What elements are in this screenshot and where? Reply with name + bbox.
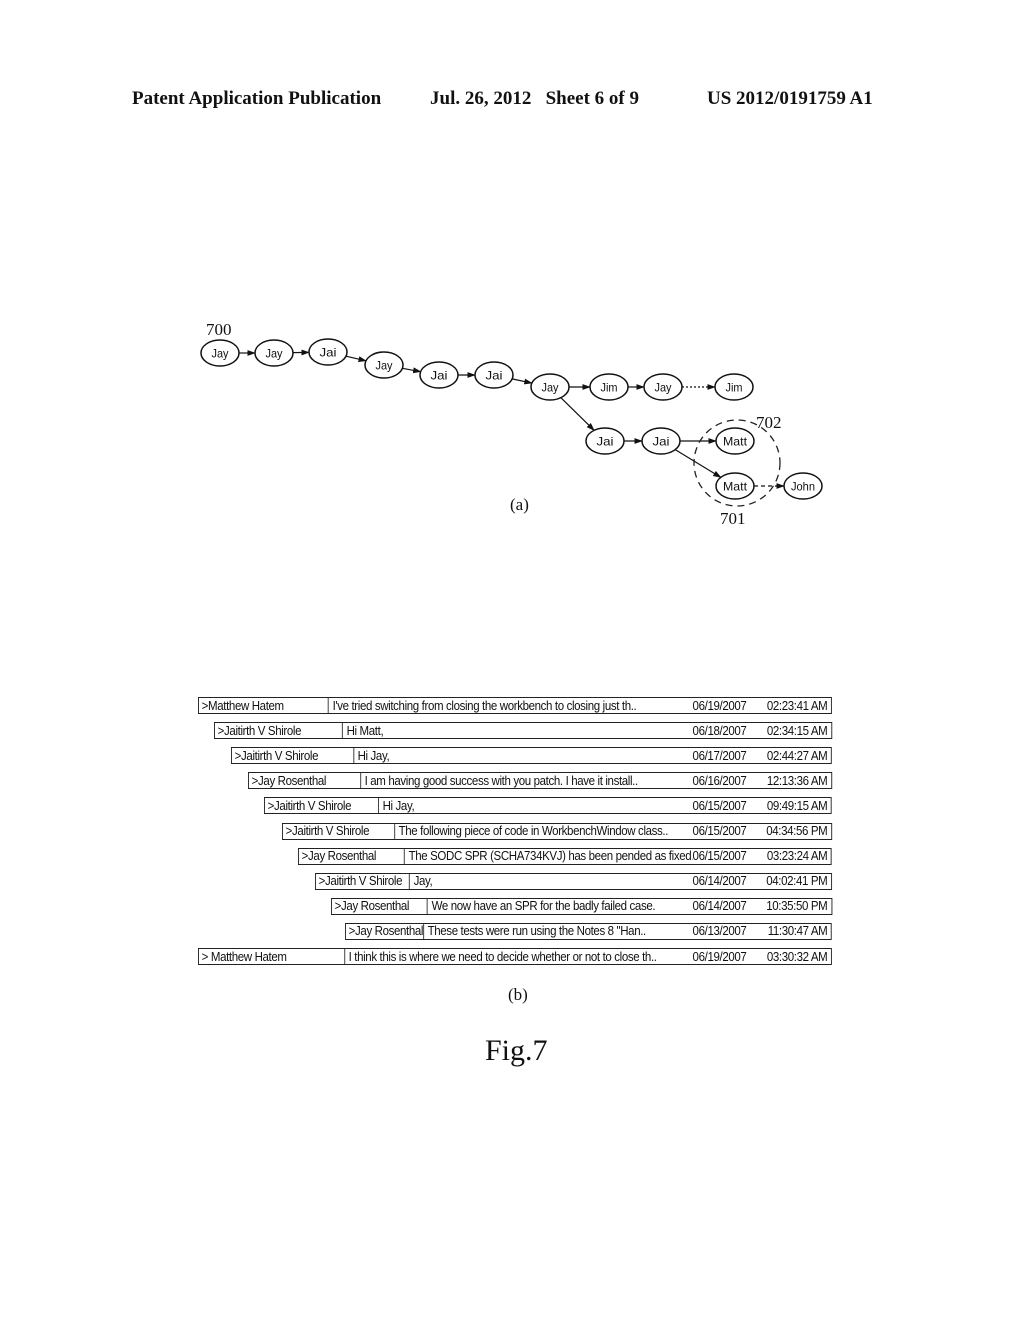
thread-date: 06/13/2007 [692,924,747,939]
graph-node-label: Jay [655,381,672,395]
thread-subject: Hi Jay, [357,748,390,763]
thread-graph: Jay Jay Jai Jay Jai Jai Jay Jim Jay Jim Jai Jai Matt… [200,320,823,528]
graph-node-matt: Matt [715,472,755,500]
graph-node-label: Jai [431,369,448,383]
thread-time: 09:49:15 AM [766,798,828,813]
thread-subject: The following piece of code in Workbench… [398,824,669,838]
graph-node-label: Jai [486,369,503,383]
thread-subject: I've tried switching from closing the wo… [332,698,637,713]
thread-time: 10:35:50 PM [766,899,828,914]
graph-node-jim: Jim [589,373,629,401]
thread-date: 06/19/2007 [692,698,747,713]
thread-row[interactable]: >Jay Rosenthal The SODC SPR (SCHA734KVJ) … [298,847,832,865]
graph-edge-n7-n11 [560,397,595,431]
ref-700-label: 700 [206,320,232,339]
thread-subject: I think this is where we need to decide … [348,949,657,964]
graph-edge-n6-n7 [512,378,533,385]
graph-node-label: Jim [601,381,618,395]
graph-node-john: John [783,472,823,500]
thread-row[interactable]: >Matthew Hatem I've tried switching from … [198,697,832,714]
graph-node-label: Jim [726,381,743,395]
thread-subject: Jay, [413,874,433,889]
thread-author: > Matthew Hatem [199,949,345,964]
thread-time: 02:34:15 AM [766,723,828,738]
thread-author: >Jaitirth V Shirole [316,873,410,889]
graph-node-jai: Jai [585,427,625,455]
caption-b: (b) [508,985,528,1004]
graph-node-label: Matt [723,480,748,494]
graph-node-label: Jai [597,435,614,449]
graph-node-jai: Jai [419,361,459,389]
thread-date: 06/17/2007 [692,748,747,763]
thread-date: 06/15/2007 [692,798,747,813]
thread-row[interactable]: > Matthew Hatem I think this is where we … [198,948,832,965]
thread-row[interactable]: >Jay Rosenthal These tests were run using… [345,922,832,940]
thread-author: >Jaitirth V Shirole [215,723,343,739]
graph-edge-n3-n4 [345,355,367,362]
thread-time: 12:13:36 AM [766,773,828,788]
graph-node-label: Jai [653,435,670,449]
thread-subject: The SODC SPR (SCHA734KVJ) has been pende… [408,849,693,864]
graph-edge-n12-n14 [674,449,722,478]
thread-date: 06/14/2007 [692,874,747,889]
thread-row[interactable]: >Jay Rosenthal I am having good success w… [248,772,832,790]
thread-row[interactable]: >Jaitirth V Shirole Hi Jay, 06/17/2007 02:4… [231,747,832,765]
graph-node-jai: Jai [474,361,514,389]
graph-node-label: Jai [320,346,337,360]
graph-node-label: Jay [212,347,229,361]
thread-author: >Matthew Hatem [199,698,329,713]
thread-time: 03:30:32 AM [766,949,828,964]
figure-title: Fig.7 [485,1034,548,1067]
graph-node-jay: Jay [254,339,294,367]
thread-author: >Jay Rosenthal [346,923,424,939]
graph-node-label: Jay [542,381,559,395]
thread-author: >Jay Rosenthal [299,848,405,864]
graph-node-label: Matt [723,435,748,449]
graph-node-jai: Jai [641,427,681,455]
thread-row[interactable]: >Jaitirth V Shirole Jay, 06/14/2007 04:02:4… [315,872,832,890]
thread-date: 06/19/2007 [692,949,747,964]
graph-edge-n4-n5 [402,367,422,374]
thread-time: 02:44:27 AM [766,748,828,763]
graph-node-label: Jay [266,347,283,361]
thread-time: 11:30:47 AM [767,924,828,939]
thread-time: 02:23:41 AM [766,698,828,713]
thread-time: 03:23:24 AM [766,849,828,864]
ref-701-label: 701 [720,509,746,528]
thread-date: 06/15/2007 [692,849,747,864]
graph-node-label: Jay [376,359,393,373]
graph-node-matt: Matt [715,427,755,455]
thread-subject: I am having good success with you patch.… [364,773,639,788]
thread-subject: We now have an SPR for the badly failed … [431,899,656,914]
thread-time: 04:02:41 PM [766,874,828,889]
thread-row[interactable]: >Jay Rosenthal We now have an SPR for the… [331,897,832,915]
caption-a: (a) [510,495,529,514]
thread-author: >Jaitirth V Shirole [232,748,354,764]
graph-node-jay: Jay [643,373,683,401]
thread-date: 06/16/2007 [692,773,747,788]
graph-node-label: John [791,480,815,494]
graph-node-jay: Jay [364,351,404,379]
thread-row[interactable]: >Jaitirth V Shirole The following piece o… [282,822,832,840]
thread-subject: These tests were run using the Notes 8 "… [427,924,647,939]
graph-node-jai: Jai [308,338,348,366]
thread-row[interactable]: >Jaitirth V Shirole Hi Matt, 06/18/2007 02:… [214,722,832,740]
graph-node-jay: Jay [200,339,240,367]
thread-date: 06/14/2007 [692,899,747,914]
thread-author: >Jaitirth V Shirole [265,798,379,814]
thread-row[interactable]: >Jaitirth V Shirole Hi Jay, 06/15/2007 09:4… [264,797,832,815]
graph-node-jim: Jim [714,373,754,401]
thread-subject: Hi Jay, [382,798,415,813]
thread-time: 04:34:56 PM [766,824,828,838]
graph-node-jay: Jay [530,373,570,401]
thread-date: 06/18/2007 [692,723,747,738]
thread-author: >Jay Rosenthal [249,773,361,789]
ref-702-label: 702 [756,413,782,432]
thread-date: 06/15/2007 [692,824,747,838]
thread-subject: Hi Matt, [346,723,384,738]
thread-author: >Jay Rosenthal [332,898,428,914]
thread-author: >Jaitirth V Shirole [283,823,395,839]
